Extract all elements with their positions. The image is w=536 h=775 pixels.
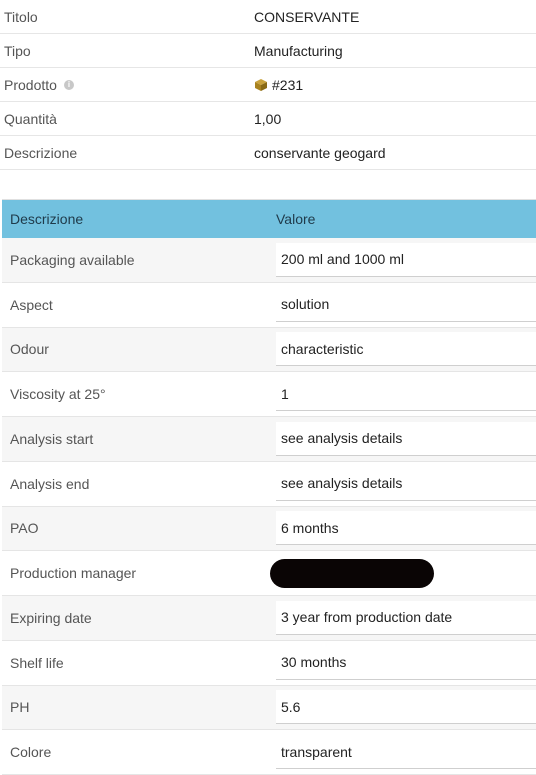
info-value: CONSERVANTE	[254, 9, 360, 25]
row-label: Analysis end	[10, 475, 90, 492]
row-label: Odour	[10, 341, 49, 358]
row-value-field[interactable]: solution	[276, 287, 536, 322]
row-value-field[interactable]: 6 months	[276, 511, 536, 546]
product-link[interactable]: #231	[254, 77, 303, 93]
row-label: PAO	[10, 520, 39, 537]
row-label: Packaging available	[10, 251, 135, 268]
row-label: Shelf life	[10, 654, 64, 671]
info-label-text: Prodotto	[4, 77, 57, 93]
row-value-field[interactable]: see analysis details	[276, 466, 536, 501]
info-row-prodotto: Prodotto i #231	[0, 68, 536, 102]
info-label: Descrizione	[4, 145, 78, 161]
info-value: Manufacturing	[254, 43, 343, 59]
table-row: PH 5.6	[2, 685, 536, 731]
row-value-field[interactable]: 3 year from production date	[276, 600, 536, 635]
row-value-field[interactable]: transparent	[276, 735, 536, 770]
info-value: 1,00	[254, 111, 282, 127]
row-value-field[interactable]: 5.6	[276, 690, 536, 725]
product-link-text[interactable]: #231	[272, 77, 303, 93]
table-row: Colore transparent	[2, 730, 536, 775]
table-row: Shelf life 30 months	[2, 640, 536, 686]
table-row: PAO 6 months	[2, 506, 536, 552]
table-row: Expiring date 3 year from production dat…	[2, 596, 536, 641]
header-descrizione: Descrizione	[10, 211, 84, 227]
row-label: Aspect	[10, 296, 53, 313]
row-label: Expiring date	[10, 609, 92, 626]
row-value-field[interactable]: 30 months	[276, 645, 536, 680]
row-value-field[interactable]: see analysis details	[276, 421, 536, 456]
redacted-value	[270, 558, 434, 588]
table-row: Packaging available 200 ml and 1000 ml	[2, 238, 536, 283]
info-row-descrizione: Descrizione conservante geogard	[0, 136, 536, 170]
table-row: Aspect solution	[2, 282, 536, 328]
row-label: Production manager	[10, 565, 137, 582]
info-value: conservante geogard	[254, 145, 386, 161]
info-icon[interactable]: i	[63, 80, 74, 90]
row-label: PH	[10, 699, 30, 716]
table-body: Packaging available 200 ml and 1000 ml A…	[2, 238, 536, 775]
info-row-titolo: Titolo CONSERVANTE	[0, 0, 536, 34]
row-label: Analysis start	[10, 430, 94, 447]
row-value-field[interactable]: characteristic	[276, 332, 536, 367]
info-label: Tipo	[4, 43, 31, 59]
table-header: Descrizione Valore	[2, 199, 536, 238]
row-value-field[interactable]: 200 ml and 1000 ml	[276, 242, 536, 277]
info-label: Quantità	[4, 111, 57, 127]
table-row: Analysis start see analysis details	[2, 417, 536, 462]
info-row-quantita: Quantità 1,00	[0, 102, 536, 136]
table-row: Analysis end see analysis details	[2, 461, 536, 507]
table-row: Production manager	[2, 551, 536, 596]
table-row: Viscosity at 25° 1	[2, 372, 536, 417]
header-valore: Valore	[276, 211, 316, 227]
info-row-tipo: Tipo Manufacturing	[0, 34, 536, 68]
info-label-prodotto: Prodotto i	[0, 77, 254, 93]
box-icon	[255, 79, 267, 91]
properties-table: Descrizione Valore Packaging available 2…	[2, 199, 536, 775]
row-value-field[interactable]: 1	[276, 377, 536, 412]
info-panel: Titolo CONSERVANTE Tipo Manufacturing Pr…	[0, 0, 536, 170]
row-label: Colore	[10, 744, 52, 761]
row-label: Viscosity at 25°	[10, 386, 106, 403]
table-row: Odour characteristic	[2, 327, 536, 373]
info-label: Titolo	[4, 9, 38, 25]
